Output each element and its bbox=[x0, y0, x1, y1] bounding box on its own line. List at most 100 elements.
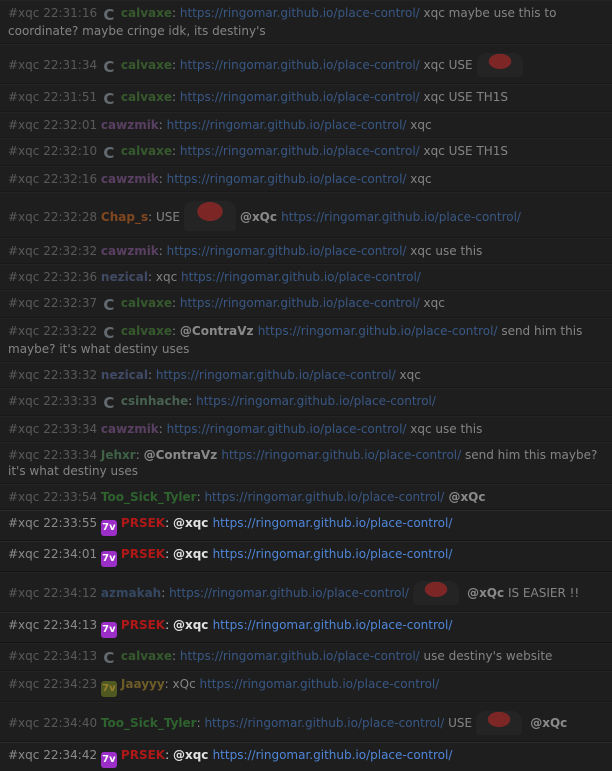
message-text: xqc USE TH1S bbox=[419, 144, 509, 158]
username[interactable]: calvaxe bbox=[121, 649, 172, 663]
channel-tag: #xqc bbox=[8, 58, 44, 72]
mention[interactable]: @ContraVz bbox=[144, 448, 222, 462]
message-link[interactable]: https://ringomar.github.io/place-control… bbox=[213, 516, 453, 530]
chat-message: #xqc 22:32:16 cawzmik: https://ringomar.… bbox=[0, 166, 612, 192]
username[interactable]: calvaxe bbox=[121, 58, 172, 72]
message-link[interactable]: https://ringomar.github.io/place-control… bbox=[180, 144, 420, 158]
message-link[interactable]: https://ringomar.github.io/place-control… bbox=[213, 748, 453, 762]
timestamp: 22:32:16 bbox=[43, 172, 101, 186]
mention[interactable]: @xQc bbox=[240, 210, 281, 224]
message-link[interactable]: https://ringomar.github.io/place-control… bbox=[204, 716, 444, 730]
username[interactable]: nezical bbox=[101, 270, 148, 284]
message-text: IS EASIER !! bbox=[504, 586, 580, 600]
message-link[interactable]: https://ringomar.github.io/place-control… bbox=[167, 172, 407, 186]
message-text: xqc bbox=[395, 368, 421, 382]
message-link[interactable]: https://ringomar.github.io/place-control… bbox=[180, 58, 420, 72]
chat-message: #xqc 22:31:16 Ccalvaxe: https://ringomar… bbox=[0, 0, 612, 44]
mention[interactable]: @xqc bbox=[173, 748, 213, 762]
message-link[interactable]: https://ringomar.github.io/place-control… bbox=[167, 118, 407, 132]
timestamp: 22:33:32 bbox=[43, 368, 101, 382]
message-link[interactable]: https://ringomar.github.io/place-control… bbox=[180, 649, 420, 663]
message-text: xqc bbox=[406, 118, 432, 132]
chat-message: #xqc 22:33:55 7v PRSEK: @xqc https://ring… bbox=[0, 510, 612, 541]
colon: : bbox=[158, 172, 167, 186]
username[interactable]: calvaxe bbox=[121, 296, 172, 310]
username[interactable]: cawzmik bbox=[101, 118, 159, 132]
colon: : bbox=[172, 6, 180, 20]
message-link[interactable]: https://ringomar.github.io/place-control… bbox=[213, 547, 453, 561]
timestamp: 22:32:28 bbox=[43, 210, 101, 224]
message-link[interactable]: https://ringomar.github.io/place-control… bbox=[281, 210, 521, 224]
username[interactable]: Jaayyy bbox=[121, 677, 165, 691]
timestamp: 22:32:37 bbox=[43, 296, 101, 310]
username[interactable]: nezical bbox=[101, 368, 148, 382]
colon: : bbox=[164, 677, 173, 691]
timestamp: 22:34:42 bbox=[43, 748, 101, 762]
username[interactable]: Too_Sick_Tyler bbox=[101, 490, 197, 504]
timestamp: 22:34:23 bbox=[43, 677, 101, 691]
message-link[interactable]: https://ringomar.github.io/place-control… bbox=[204, 490, 444, 504]
message-link[interactable]: https://ringomar.github.io/place-control… bbox=[221, 448, 461, 462]
chat-message: #xqc 22:31:51 Ccalvaxe: https://ringomar… bbox=[0, 84, 612, 112]
username[interactable]: calvaxe bbox=[121, 324, 172, 338]
channel-tag: #xqc bbox=[8, 172, 44, 186]
timestamp: 22:33:34 bbox=[43, 422, 101, 436]
channel-tag: #xqc bbox=[8, 118, 44, 132]
username[interactable]: Jehxr bbox=[101, 448, 136, 462]
mention[interactable]: @xQc bbox=[463, 586, 504, 600]
channel-tag: #xqc bbox=[8, 394, 44, 408]
message-link[interactable]: https://ringomar.github.io/place-control… bbox=[181, 270, 421, 284]
mention[interactable]: @ContraVz bbox=[180, 324, 258, 338]
message-link[interactable]: https://ringomar.github.io/place-control… bbox=[200, 677, 440, 691]
colon: : bbox=[172, 144, 180, 158]
username[interactable]: cawzmik bbox=[101, 244, 159, 258]
message-link[interactable]: https://ringomar.github.io/place-control… bbox=[167, 244, 407, 258]
channel-tag: #xqc bbox=[8, 649, 44, 663]
message-link[interactable]: https://ringomar.github.io/place-control… bbox=[258, 324, 498, 338]
message-link[interactable]: https://ringomar.github.io/place-control… bbox=[213, 618, 453, 632]
message-link[interactable]: https://ringomar.github.io/place-control… bbox=[156, 368, 396, 382]
username[interactable]: cawzmik bbox=[101, 172, 159, 186]
message-text: xqc use this bbox=[406, 422, 483, 436]
username[interactable]: calvaxe bbox=[121, 144, 172, 158]
username[interactable]: PRSEK bbox=[121, 516, 165, 530]
username[interactable]: calvaxe bbox=[121, 6, 172, 20]
chat-message: #xqc 22:32:10 Ccalvaxe: https://ringomar… bbox=[0, 138, 612, 166]
mention[interactable]: @xQc bbox=[526, 716, 567, 730]
channel-tag: #xqc bbox=[8, 270, 44, 284]
chat-badge-icon: C bbox=[103, 394, 115, 412]
message-link[interactable]: https://ringomar.github.io/place-control… bbox=[169, 586, 409, 600]
colon: : bbox=[172, 58, 180, 72]
message-link[interactable]: https://ringomar.github.io/place-control… bbox=[196, 394, 436, 408]
username[interactable]: Chap_s bbox=[101, 210, 148, 224]
mention[interactable]: @xQc bbox=[444, 490, 485, 504]
username[interactable]: PRSEK bbox=[121, 748, 165, 762]
mention[interactable]: @xqc bbox=[173, 618, 213, 632]
mention[interactable]: @xqc bbox=[173, 516, 213, 530]
message-link[interactable]: https://ringomar.github.io/place-control… bbox=[167, 422, 407, 436]
username[interactable]: PRSEK bbox=[121, 618, 165, 632]
channel-tag: #xqc bbox=[8, 490, 44, 504]
colon: : bbox=[158, 118, 167, 132]
channel-tag: #xqc bbox=[8, 90, 44, 104]
username[interactable]: csinhache bbox=[121, 394, 188, 408]
username[interactable]: calvaxe bbox=[121, 90, 172, 104]
username[interactable]: azmakah bbox=[101, 586, 161, 600]
mention[interactable]: @xqc bbox=[173, 547, 213, 561]
message-link[interactable]: https://ringomar.github.io/place-control… bbox=[180, 6, 420, 20]
message-link[interactable]: https://ringomar.github.io/place-control… bbox=[180, 90, 420, 104]
username[interactable]: Too_Sick_Tyler bbox=[101, 716, 197, 730]
chat-message: #xqc 22:33:32 nezical: https://ringomar.… bbox=[0, 362, 612, 388]
channel-tag: #xqc bbox=[8, 210, 44, 224]
channel-tag: #xqc bbox=[8, 586, 44, 600]
username[interactable]: PRSEK bbox=[121, 547, 165, 561]
timestamp: 22:33:54 bbox=[43, 490, 101, 504]
channel-tag: #xqc bbox=[8, 324, 44, 338]
sub-badge-icon: 7v bbox=[100, 752, 117, 768]
emote-image bbox=[412, 581, 459, 605]
channel-tag: #xqc bbox=[8, 516, 44, 530]
sub-badge-icon: 7v bbox=[100, 551, 117, 567]
message-link[interactable]: https://ringomar.github.io/place-control… bbox=[180, 296, 420, 310]
chat-message: #xqc 22:34:13 Ccalvaxe: https://ringomar… bbox=[0, 643, 612, 671]
username[interactable]: cawzmik bbox=[101, 422, 159, 436]
